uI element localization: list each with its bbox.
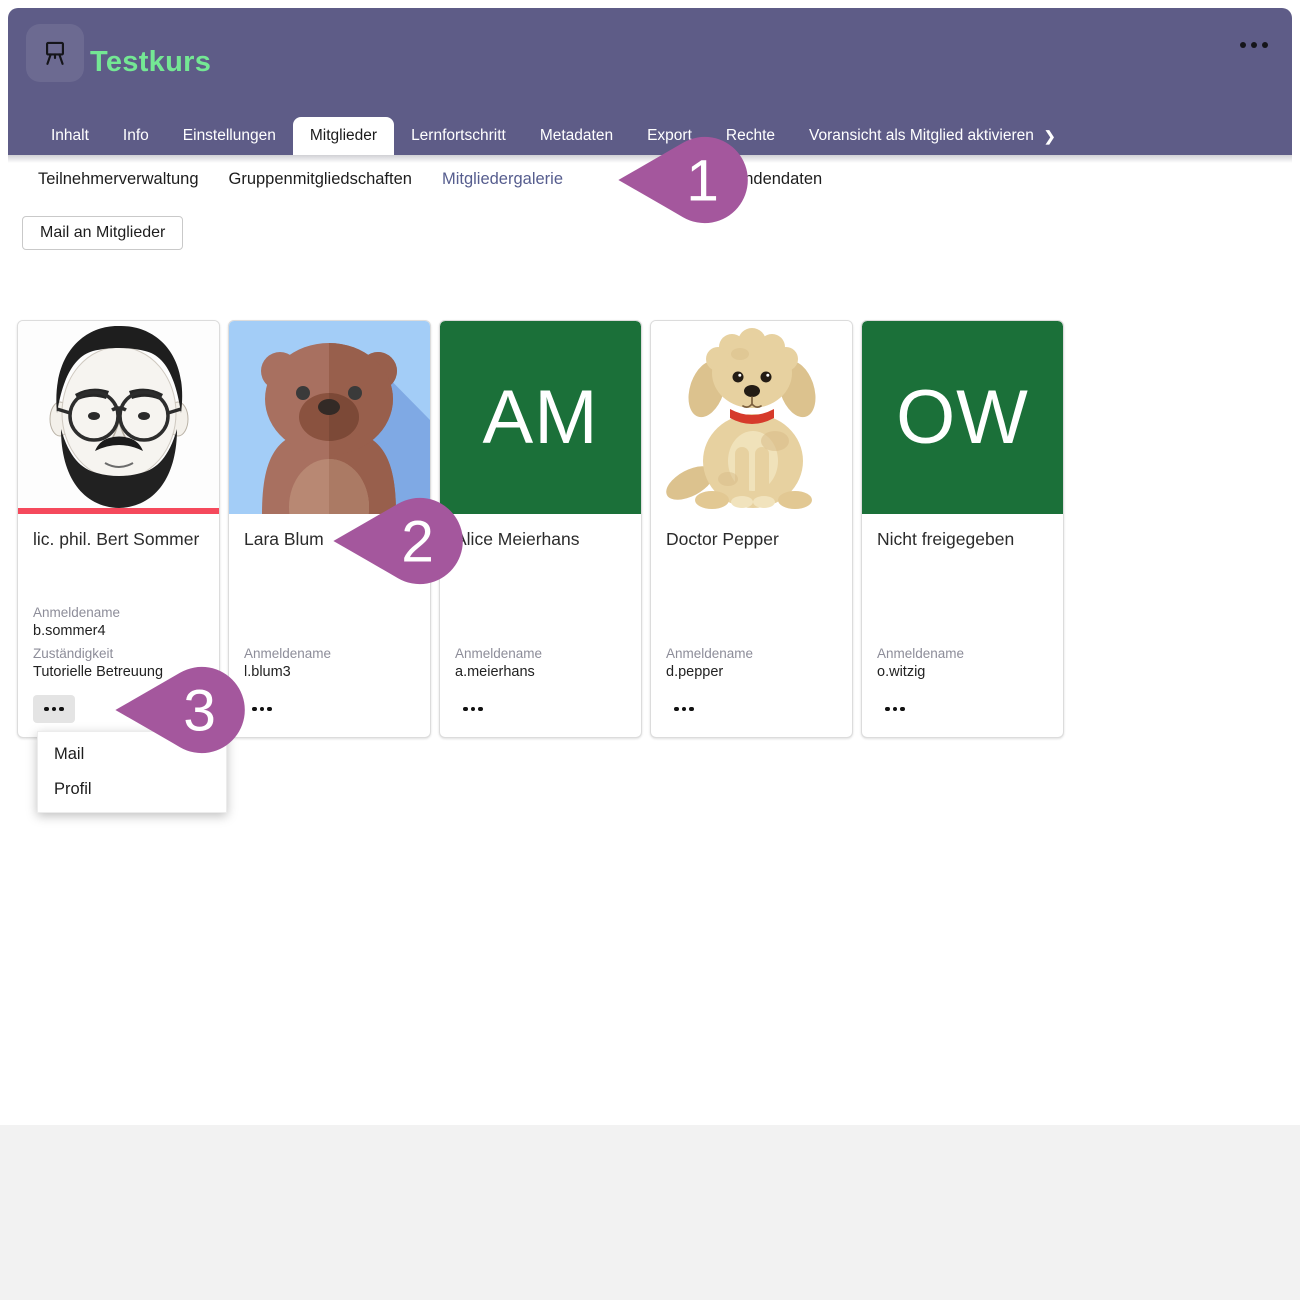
member-more-button[interactable] bbox=[666, 695, 702, 724]
member-avatar bbox=[229, 321, 430, 514]
member-more-button[interactable] bbox=[455, 695, 491, 724]
card-body: Doctor Pepper Anmeldename d.pepper bbox=[651, 514, 852, 737]
card-body: lic. phil. Bert Sommer Anmeldename b.somme… bbox=[18, 514, 219, 737]
bear-avatar-illustration bbox=[229, 321, 430, 514]
field-label: Anmeldename bbox=[244, 646, 415, 661]
member-field: Anmeldename l.blum3 bbox=[244, 646, 415, 680]
field-label: Anmeldename bbox=[666, 646, 837, 661]
member-avatar: AM bbox=[440, 321, 641, 514]
member-field: Anmeldename b.sommer4 bbox=[33, 605, 204, 639]
course-icon bbox=[26, 24, 84, 82]
dog-photo bbox=[651, 321, 852, 514]
menu-item-mail[interactable]: Mail bbox=[38, 737, 226, 772]
field-label: Anmeldename bbox=[33, 605, 204, 620]
avatar-initials: OW bbox=[862, 321, 1063, 514]
subnav-item-teilnehmerverwaltung[interactable]: Teilnehmerverwaltung bbox=[38, 170, 199, 189]
tab-einstellungen[interactable]: Einstellungen bbox=[166, 117, 293, 155]
card-body: Alice Meierhans Anmeldename a.meierhans bbox=[440, 514, 641, 737]
field-label: Anmeldename bbox=[455, 646, 626, 661]
spacer bbox=[666, 551, 837, 646]
member-card: Lara Blum Anmeldename l.blum3 bbox=[228, 320, 431, 738]
field-value: l.blum3 bbox=[244, 664, 415, 680]
tab-info[interactable]: Info bbox=[106, 117, 166, 155]
card-actions-row bbox=[666, 691, 837, 727]
tab-voransicht-als-mitglied-aktivieren[interactable]: Voransicht als Mitglied aktivieren❯ bbox=[792, 117, 1073, 155]
card-context-menu: MailProfil bbox=[37, 731, 227, 813]
member-more-button[interactable] bbox=[33, 695, 75, 724]
card-body: Lara Blum Anmeldename l.blum3 bbox=[229, 514, 430, 737]
spacer bbox=[877, 551, 1048, 646]
member-name: Doctor Pepper bbox=[666, 528, 837, 551]
page-title: Testkurs bbox=[90, 46, 211, 79]
member-avatar bbox=[18, 321, 219, 514]
tab-rechte[interactable]: Rechte bbox=[709, 117, 792, 155]
member-card: OW Nicht freigegeben Anmeldename o.witzig bbox=[861, 320, 1064, 738]
subnav: Teilnehmerverwaltung Gruppenmitgliedschaf… bbox=[38, 161, 822, 197]
subnav-item-mitgliedergalerie[interactable]: Mitgliedergalerie bbox=[442, 170, 563, 189]
menu-item-profil[interactable]: Profil bbox=[38, 772, 226, 807]
field-value: o.witzig bbox=[877, 664, 1048, 680]
member-name: Alice Meierhans bbox=[455, 528, 626, 551]
member-card: Doctor Pepper Anmeldename d.pepper bbox=[650, 320, 853, 738]
subnav-item-teilnehmendendaten[interactable]: Teilnehmendendaten bbox=[669, 170, 822, 189]
card-actions-row bbox=[33, 691, 204, 727]
member-more-button[interactable] bbox=[877, 695, 913, 724]
field-value: Tutorielle Betreuung bbox=[33, 664, 204, 680]
field-value: b.sommer4 bbox=[33, 623, 204, 639]
card-body: Nicht freigegeben Anmeldename o.witzig bbox=[862, 514, 1063, 737]
field-label: Zuständigkeit bbox=[33, 646, 204, 661]
member-field: Anmeldename a.meierhans bbox=[455, 646, 626, 680]
card-actions-row bbox=[877, 691, 1048, 727]
tab-metadaten[interactable]: Metadaten bbox=[523, 117, 630, 155]
card-actions-row bbox=[244, 691, 415, 727]
portrait-photo bbox=[18, 321, 219, 508]
tab-export[interactable]: Export bbox=[630, 117, 709, 155]
red-status-bar bbox=[18, 508, 219, 514]
tab-bar: InhaltInfoEinstellungenMitgliederLernfor… bbox=[34, 117, 1073, 155]
member-field: Anmeldename d.pepper bbox=[666, 646, 837, 680]
member-name: Nicht freigegeben bbox=[877, 528, 1048, 551]
header-more-button[interactable] bbox=[1240, 42, 1268, 48]
member-card: AM Alice Meierhans Anmeldename a.meierhans bbox=[439, 320, 642, 738]
card-actions-row bbox=[455, 691, 626, 727]
field-label: Anmeldename bbox=[877, 646, 1048, 661]
course-header: Testkurs InhaltInfoEinstellungenMitglied… bbox=[8, 8, 1292, 155]
member-name: lic. phil. Bert Sommer bbox=[33, 528, 204, 551]
subnav-item-gruppenmitgliedschaften[interactable]: Gruppenmitgliedschaften bbox=[229, 170, 412, 189]
member-more-button[interactable] bbox=[244, 695, 280, 724]
tab-inhalt[interactable]: Inhalt bbox=[34, 117, 106, 155]
spacer bbox=[33, 551, 204, 605]
presentation-board-icon bbox=[37, 35, 73, 71]
member-avatar bbox=[651, 321, 852, 514]
spacer bbox=[244, 551, 415, 646]
member-avatar: OW bbox=[862, 321, 1063, 514]
chevron-right-icon: ❯ bbox=[1044, 128, 1056, 145]
spacer bbox=[455, 551, 626, 646]
field-value: d.pepper bbox=[666, 664, 837, 680]
member-card: lic. phil. Bert Sommer Anmeldename b.somme… bbox=[17, 320, 220, 738]
field-value: a.meierhans bbox=[455, 664, 626, 680]
member-name: Lara Blum bbox=[244, 528, 415, 551]
tab-lernfortschritt[interactable]: Lernfortschritt bbox=[394, 117, 523, 155]
avatar-initials: AM bbox=[440, 321, 641, 514]
footer bbox=[0, 1125, 1300, 1300]
tab-mitglieder[interactable]: Mitglieder bbox=[293, 117, 394, 155]
member-gallery: lic. phil. Bert Sommer Anmeldename b.somme… bbox=[17, 320, 1064, 738]
mail-to-members-button[interactable]: Mail an Mitglieder bbox=[22, 216, 183, 250]
member-field: Anmeldename o.witzig bbox=[877, 646, 1048, 680]
member-field: Zuständigkeit Tutorielle Betreuung bbox=[33, 646, 204, 680]
